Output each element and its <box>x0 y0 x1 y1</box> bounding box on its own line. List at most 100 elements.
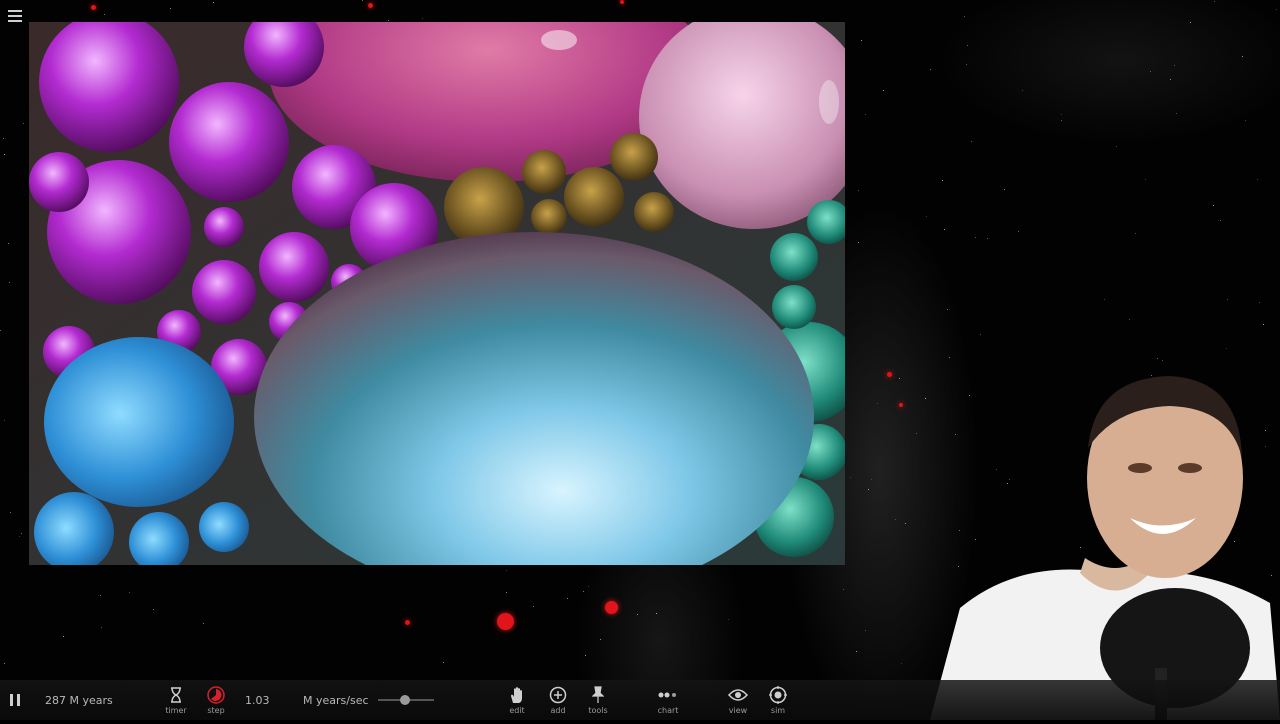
step-value: 1.03 <box>245 694 270 707</box>
hourglass-icon <box>156 684 196 706</box>
menu-line <box>8 15 22 17</box>
star <box>3 138 4 139</box>
pin-tool-icon <box>578 684 618 706</box>
star <box>506 592 507 593</box>
chart-button[interactable]: chart <box>648 684 688 718</box>
view-button[interactable]: view <box>718 684 758 718</box>
star <box>9 282 10 283</box>
add-button[interactable]: add <box>538 684 578 718</box>
star <box>975 237 976 238</box>
star <box>1157 358 1158 359</box>
red-star <box>91 5 96 10</box>
step-button[interactable]: step <box>196 684 236 718</box>
presenter-webcam <box>930 368 1280 720</box>
star <box>949 357 950 358</box>
star <box>443 662 444 663</box>
star <box>980 334 981 335</box>
star <box>905 523 906 524</box>
star <box>1162 360 1163 361</box>
timer-button[interactable]: timer <box>156 684 196 718</box>
star <box>1213 205 1214 206</box>
star <box>930 69 931 70</box>
star <box>4 154 5 155</box>
star <box>858 242 859 243</box>
eye-icon <box>718 684 758 706</box>
star <box>1135 233 1136 234</box>
add-circle-icon <box>538 684 578 706</box>
star <box>901 663 902 664</box>
edit-button[interactable]: edit <box>497 684 537 718</box>
star <box>966 64 967 65</box>
star <box>1145 179 1146 180</box>
star <box>1242 56 1243 57</box>
star <box>100 595 101 596</box>
star <box>926 216 927 217</box>
star <box>1174 65 1175 66</box>
sim-button[interactable]: sim <box>758 684 798 718</box>
step-icon <box>196 684 236 706</box>
red-star <box>620 0 624 4</box>
star <box>567 598 568 599</box>
star <box>362 0 363 1</box>
red-star <box>497 613 514 630</box>
star <box>153 609 154 610</box>
star <box>1170 79 1171 80</box>
star <box>987 238 988 239</box>
star <box>1263 324 1264 325</box>
speed-slider-handle[interactable] <box>400 695 410 705</box>
star <box>422 18 423 19</box>
tools-button[interactable]: tools <box>578 684 618 718</box>
tools-label: tools <box>588 706 608 715</box>
star <box>871 479 872 480</box>
star <box>1220 220 1221 221</box>
star <box>850 477 851 478</box>
star <box>868 489 869 490</box>
star <box>964 16 965 17</box>
star <box>1227 299 1228 300</box>
star <box>23 123 24 124</box>
star <box>656 613 657 614</box>
red-star <box>368 3 373 8</box>
star <box>533 606 534 607</box>
star <box>583 591 584 592</box>
star <box>971 141 972 142</box>
star <box>858 190 859 191</box>
pause-icon <box>10 694 13 706</box>
star <box>213 2 214 3</box>
star <box>1226 348 1227 349</box>
star <box>947 309 948 310</box>
red-star <box>605 601 618 614</box>
star <box>10 512 11 513</box>
star <box>1214 1 1215 2</box>
star <box>637 614 638 615</box>
time-readout: 287 M years <box>45 694 113 707</box>
oil-bubbles-image <box>29 22 845 565</box>
star <box>1104 299 1105 300</box>
star <box>1116 146 1117 147</box>
pause-button[interactable] <box>10 694 21 706</box>
star <box>944 229 945 230</box>
star <box>1276 9 1277 10</box>
star <box>877 403 878 404</box>
star <box>895 519 896 520</box>
star <box>1257 179 1258 180</box>
star <box>865 114 866 115</box>
menu-button[interactable] <box>8 10 22 22</box>
star <box>916 433 917 434</box>
star <box>129 592 130 593</box>
star <box>170 8 171 9</box>
star <box>388 20 389 21</box>
star <box>1018 231 1019 232</box>
star <box>843 589 844 590</box>
timer-label: timer <box>165 706 187 715</box>
star <box>600 639 601 640</box>
add-label: add <box>550 706 566 715</box>
star <box>1190 22 1191 23</box>
star <box>101 627 102 628</box>
star <box>861 40 862 41</box>
star <box>1004 189 1005 190</box>
bubbles-photo <box>29 22 845 565</box>
hamburger-menu-icon <box>8 10 22 12</box>
red-star <box>405 620 410 625</box>
star <box>865 630 866 631</box>
